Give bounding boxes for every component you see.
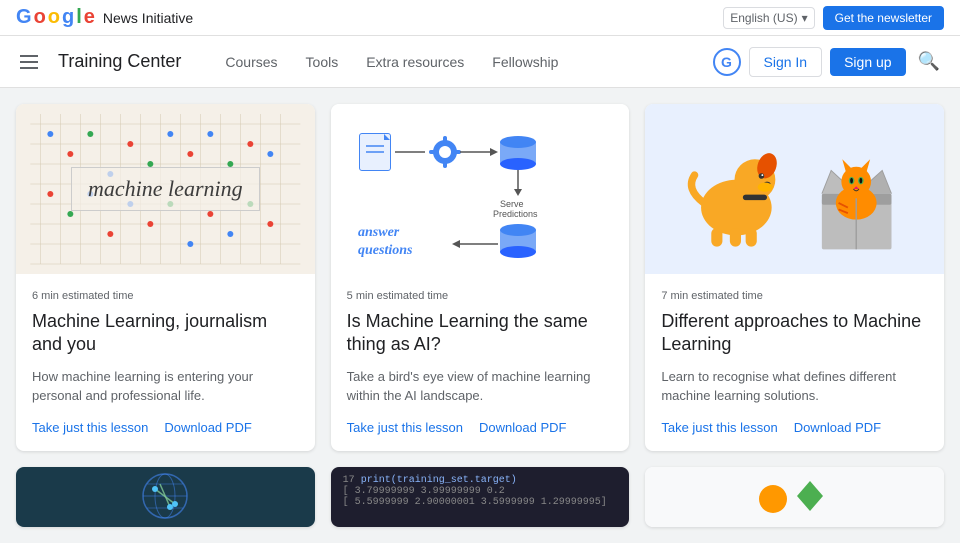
- card-3: 7 min estimated time Different approache…: [645, 104, 944, 451]
- g-blue2: g: [62, 6, 74, 29]
- hamburger-line: [20, 55, 38, 57]
- card-3-lesson-link[interactable]: Take just this lesson: [661, 420, 777, 435]
- card-1-pdf-link[interactable]: Download PDF: [164, 420, 251, 435]
- card-1: machine learning 6 min estimated time Ma…: [16, 104, 315, 451]
- nav-brand: Training Center: [58, 51, 181, 72]
- card-2-links: Take just this lesson Download PDF: [347, 420, 614, 435]
- code-image: 17 print(training_set.target) [ 3.799999…: [331, 467, 630, 527]
- svg-text:Predictions: Predictions: [493, 209, 538, 219]
- card-1-title: Machine Learning, journalism and you: [32, 310, 299, 357]
- card-2: Serve Predictions answer questions: [331, 104, 630, 451]
- top-bar-left: Google News Initiative: [16, 6, 193, 29]
- bottom-cards-row: 17 print(training_set.target) [ 3.799999…: [16, 467, 944, 527]
- code-background: 17 print(training_set.target) [ 3.799999…: [331, 467, 630, 527]
- card-2-title: Is Machine Learning the same thing as AI…: [347, 310, 614, 357]
- hamburger-line: [20, 67, 38, 69]
- search-icon[interactable]: 🔍: [914, 47, 944, 76]
- ml-grid-label: machine learning: [71, 167, 260, 211]
- g-blue: G: [16, 6, 32, 29]
- dog-svg: [681, 124, 801, 254]
- animals-background: [645, 104, 944, 274]
- g-yellow: o: [48, 6, 60, 29]
- nav-right: G Sign In Sign up 🔍: [713, 47, 945, 77]
- sign-in-button[interactable]: Sign In: [749, 47, 823, 77]
- top-bar: Google News Initiative English (US) ▾ Ge…: [0, 0, 960, 36]
- card-3-title: Different approaches to Machine Learning: [661, 310, 928, 357]
- shapes-svg: [755, 469, 835, 524]
- hamburger-line: [20, 61, 38, 63]
- card-3-links: Take just this lesson Download PDF: [661, 420, 928, 435]
- svg-text:Serve: Serve: [500, 199, 524, 209]
- cards-row: machine learning 6 min estimated time Ma…: [16, 104, 944, 451]
- newsletter-button[interactable]: Get the newsletter: [823, 6, 944, 30]
- diagram-background: Serve Predictions answer questions: [331, 104, 630, 274]
- nav-link-courses[interactable]: Courses: [213, 46, 289, 78]
- cat-box-svg: [809, 124, 909, 254]
- site-title: News Initiative: [103, 10, 193, 26]
- g-red2: e: [84, 6, 95, 29]
- globe-image: [16, 467, 315, 527]
- shapes-image: [645, 467, 944, 527]
- lang-label: English (US): [730, 11, 797, 25]
- card-3-desc: Learn to recognise what defines differen…: [661, 367, 928, 406]
- card-2-time: 5 min estimated time: [347, 290, 614, 302]
- ml-diagram-svg: Serve Predictions answer questions: [350, 114, 610, 264]
- google-logo: Google: [16, 6, 95, 29]
- g-red: o: [34, 6, 46, 29]
- hamburger-menu[interactable]: [16, 51, 42, 73]
- card-3-pdf-link[interactable]: Download PDF: [794, 420, 881, 435]
- bottom-card-code: 17 print(training_set.target) [ 3.799999…: [331, 467, 630, 527]
- g-green: l: [76, 6, 82, 29]
- card-2-image: Serve Predictions answer questions: [331, 104, 630, 274]
- svg-text:answer: answer: [358, 225, 400, 240]
- nav-left: Training Center Courses Tools Extra reso…: [16, 46, 693, 78]
- card-3-image: [645, 104, 944, 274]
- bottom-card-shapes: [645, 467, 944, 527]
- card-3-time: 7 min estimated time: [661, 290, 928, 302]
- nav-link-tools[interactable]: Tools: [294, 46, 351, 78]
- card-2-desc: Take a bird's eye view of machine learni…: [347, 367, 614, 406]
- svg-text:questions: questions: [358, 243, 413, 258]
- card-1-links: Take just this lesson Download PDF: [32, 420, 299, 435]
- card-1-time: 6 min estimated time: [32, 290, 299, 302]
- chevron-down-icon: ▾: [802, 11, 808, 25]
- card-1-image: machine learning: [16, 104, 315, 274]
- nav-link-extra[interactable]: Extra resources: [354, 46, 476, 78]
- sign-up-button[interactable]: Sign up: [830, 48, 905, 76]
- language-selector[interactable]: English (US) ▾: [723, 7, 814, 29]
- card-3-body: 7 min estimated time Different approache…: [645, 274, 944, 451]
- card-1-desc: How machine learning is entering your pe…: [32, 367, 299, 406]
- google-g-icon: G: [713, 48, 741, 76]
- card-2-body: 5 min estimated time Is Machine Learning…: [331, 274, 630, 451]
- main-content: machine learning 6 min estimated time Ma…: [0, 88, 960, 543]
- top-bar-right: English (US) ▾ Get the newsletter: [723, 6, 944, 30]
- card-2-lesson-link[interactable]: Take just this lesson: [347, 420, 463, 435]
- nav-link-fellowship[interactable]: Fellowship: [480, 46, 570, 78]
- globe-svg: [125, 469, 205, 524]
- nav-bar: Training Center Courses Tools Extra reso…: [0, 36, 960, 88]
- ml-grid-background: machine learning: [16, 104, 315, 274]
- nav-links: Courses Tools Extra resources Fellowship: [213, 46, 570, 78]
- card-1-lesson-link[interactable]: Take just this lesson: [32, 420, 148, 435]
- bottom-card-globe: [16, 467, 315, 527]
- card-1-body: 6 min estimated time Machine Learning, j…: [16, 274, 315, 451]
- card-2-pdf-link[interactable]: Download PDF: [479, 420, 566, 435]
